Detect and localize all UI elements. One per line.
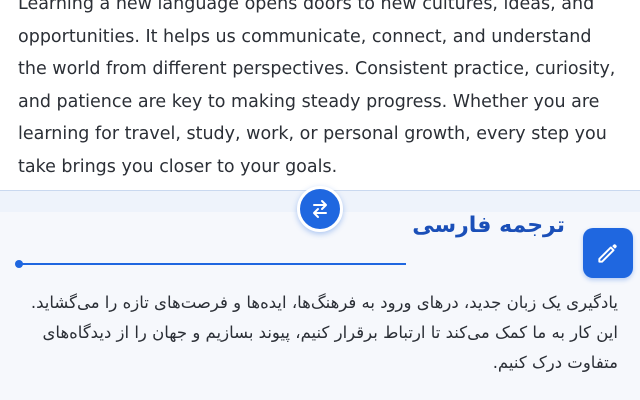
source-text-panel: Learning a new language opens doors to n… bbox=[0, 0, 640, 191]
swap-arrows-icon bbox=[313, 200, 327, 218]
pencil-icon bbox=[598, 244, 617, 263]
swap-languages-button[interactable] bbox=[297, 186, 343, 232]
edit-translation-button[interactable] bbox=[583, 228, 633, 278]
translated-text: یادگیری یک زبان جدید، درهای ورود به فرهن… bbox=[30, 293, 618, 372]
title-underline bbox=[18, 263, 406, 265]
translation-language-title: ترجمه فارسی bbox=[412, 213, 565, 238]
source-text: Learning a new language opens doors to n… bbox=[18, 0, 616, 177]
translation-panel: ترجمه فارسی یادگیری یک زبان جدید، درهای … bbox=[0, 212, 640, 400]
